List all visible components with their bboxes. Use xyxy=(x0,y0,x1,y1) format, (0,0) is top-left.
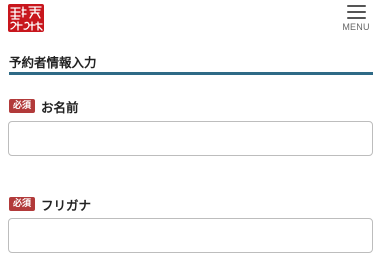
required-badge: 必須 xyxy=(9,197,36,211)
section-divider xyxy=(9,72,373,75)
menu-label: MENU xyxy=(342,22,370,32)
required-badge: 必須 xyxy=(9,99,36,113)
furigana-field-label-row: 必須 フリガナ xyxy=(9,195,91,213)
furigana-field-label: フリガナ xyxy=(41,197,92,213)
hamburger-icon xyxy=(347,5,366,23)
section-title: 予約者情報入力 xyxy=(9,55,97,70)
site-logo[interactable] xyxy=(8,4,44,32)
name-field-label-row: 必須 お名前 xyxy=(9,97,79,115)
name-input[interactable] xyxy=(8,121,373,156)
name-field-label: お名前 xyxy=(41,99,79,115)
menu-button[interactable]: MENU xyxy=(341,4,371,34)
furigana-input[interactable] xyxy=(8,218,373,253)
logo-mark-icon xyxy=(10,6,43,31)
